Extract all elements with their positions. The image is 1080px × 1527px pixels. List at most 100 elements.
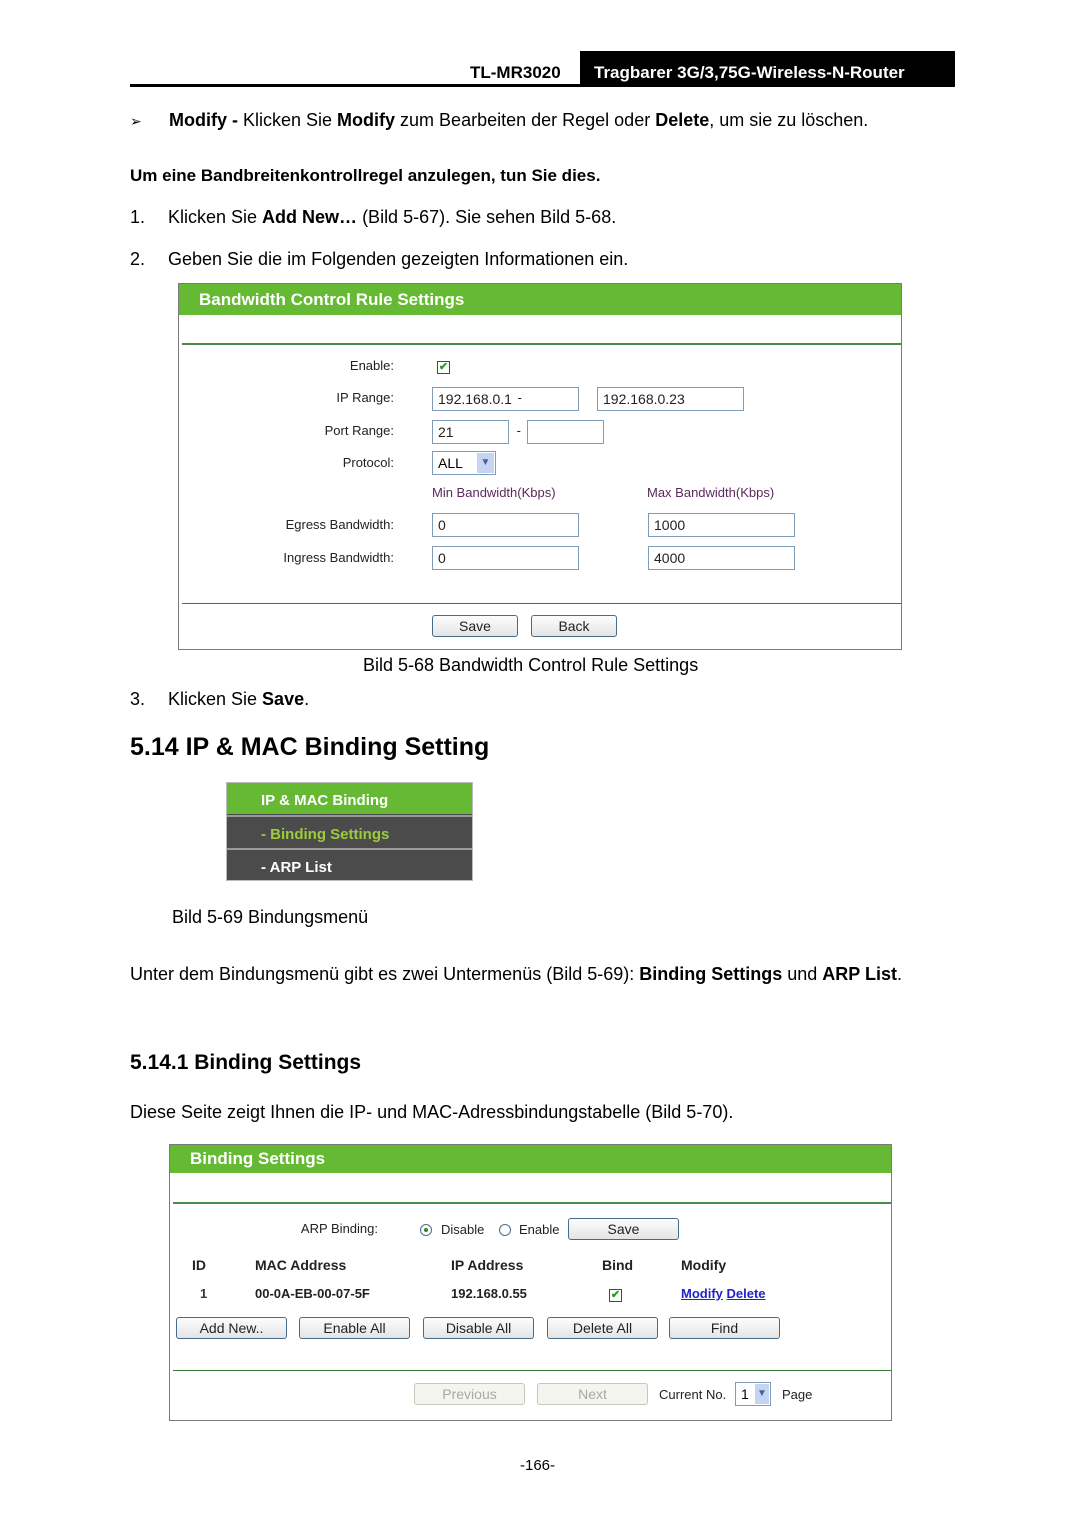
port-range-label: Port Range: bbox=[324, 423, 394, 438]
protocol-label: Protocol: bbox=[342, 455, 394, 470]
panel-title: Binding Settings bbox=[170, 1145, 891, 1173]
delete-link[interactable]: Delete bbox=[727, 1286, 766, 1301]
panel-title: Bandwidth Control Rule Settings bbox=[179, 284, 901, 315]
header-model: TL-MR3020 bbox=[470, 63, 561, 82]
row-bind-checkbox[interactable]: ✔ bbox=[609, 1289, 622, 1302]
bandwidth-control-panel: Bandwidth Control Rule Settings Enable: … bbox=[178, 283, 902, 650]
arp-save-button[interactable]: Save bbox=[568, 1218, 679, 1240]
ingress-label: Ingress Bandwidth: bbox=[283, 550, 394, 565]
chevron-down-icon[interactable]: ▼ bbox=[755, 1384, 769, 1404]
previous-button[interactable]: Previous bbox=[414, 1383, 525, 1405]
back-button[interactable]: Back bbox=[531, 615, 617, 637]
procedure-heading: Um eine Bandbreitenkontrollregel anzuleg… bbox=[130, 166, 601, 185]
min-bandwidth-header: Min Bandwidth(Kbps) bbox=[432, 485, 556, 500]
figure-caption-5-69: Bild 5-69 Bindungsmenü bbox=[172, 907, 369, 927]
binding-menu: IP & MAC Binding - Binding Settings - AR… bbox=[226, 782, 473, 881]
modify-bullet-line: ➢ Modify - Klicken Sie Modify zum Bearbe… bbox=[130, 109, 868, 132]
divider bbox=[173, 1370, 891, 1371]
arp-enable-radio[interactable] bbox=[499, 1224, 511, 1236]
menu-divider bbox=[227, 815, 472, 817]
step-2: 2. Geben Sie die im Folgenden gezeigten I… bbox=[130, 248, 628, 270]
egress-min-input[interactable]: 0 bbox=[432, 513, 579, 537]
step-3: 3. Klicken Sie Save. bbox=[130, 688, 309, 710]
text: . bbox=[896, 964, 902, 984]
step-1: 1. Klicken Sie Add New… (Bild 5-67). Sie … bbox=[130, 206, 616, 228]
ip-end-input[interactable]: 192.168.0.23 bbox=[597, 387, 744, 411]
current-no-label: Current No. bbox=[659, 1387, 727, 1402]
arrow-bullet-icon: ➢ bbox=[130, 113, 142, 129]
menu-item-arp-list[interactable]: - ARP List bbox=[227, 850, 472, 881]
row-actions: Modify Delete bbox=[681, 1286, 766, 1301]
save-button[interactable]: Save bbox=[432, 615, 518, 637]
enable-label: Enable: bbox=[349, 358, 394, 373]
term: Modify bbox=[337, 110, 396, 130]
chevron-down-icon[interactable]: ▼ bbox=[477, 453, 494, 473]
text: Klicken Sie bbox=[168, 207, 263, 227]
divider bbox=[182, 343, 901, 345]
header-product: Tragbarer 3G/3,75G-Wireless-N-Router bbox=[580, 51, 955, 86]
text: Unter dem Bindungsmenü gibt es zwei Unte… bbox=[130, 964, 640, 984]
section-heading: 5.14 IP & MAC Binding Setting bbox=[130, 733, 490, 761]
ip-start-input[interactable]: 192.168.0.1 bbox=[432, 387, 579, 411]
header-rule bbox=[130, 84, 955, 87]
subsection-description: Diese Seite zeigt Ihnen die IP- und MAC-… bbox=[130, 1102, 734, 1122]
arp-disable-radio[interactable] bbox=[420, 1224, 432, 1236]
page-label: Page bbox=[782, 1387, 813, 1402]
text: Geben Sie die im Folgenden gezeigten Inf… bbox=[168, 249, 629, 269]
step-number: 1. bbox=[130, 207, 146, 227]
figure-caption-5-68: Bild 5-68 Bandwidth Control Rule Setting… bbox=[363, 655, 699, 675]
ip-range-label: IP Range: bbox=[336, 390, 394, 405]
menu-item-binding-settings[interactable]: - Binding Settings bbox=[227, 817, 472, 848]
row-id: 1 bbox=[200, 1286, 208, 1301]
subsection-heading: 5.14.1 Binding Settings bbox=[130, 1051, 362, 1074]
term: Binding Settings bbox=[639, 964, 783, 984]
binding-settings-panel: Binding Settings ARP Binding: Disable En… bbox=[169, 1144, 892, 1421]
disable-all-button[interactable]: Disable All bbox=[423, 1317, 534, 1339]
max-bandwidth-header: Max Bandwidth(Kbps) bbox=[647, 485, 775, 500]
term: Save bbox=[262, 689, 305, 709]
text: zum Bearbeiten der Regel oder bbox=[395, 110, 656, 130]
menu-description: Unter dem Bindungsmenü gibt es zwei Unte… bbox=[130, 958, 932, 990]
column-header-id: ID bbox=[192, 1257, 206, 1273]
page-select[interactable]: 1 ▼ bbox=[735, 1382, 771, 1406]
column-header-modify: Modify bbox=[681, 1257, 727, 1273]
enable-checkbox[interactable]: ✔ bbox=[437, 361, 450, 374]
term: Modify - bbox=[169, 110, 243, 130]
modify-link[interactable]: Modify bbox=[681, 1286, 723, 1301]
row-ip: 192.168.0.55 bbox=[451, 1286, 527, 1301]
menu-title[interactable]: IP & MAC Binding bbox=[227, 783, 472, 814]
divider bbox=[173, 1202, 891, 1204]
row-mac: 00-0A-EB-00-07-5F bbox=[255, 1286, 370, 1301]
ingress-min-input[interactable]: 0 bbox=[432, 546, 579, 570]
delete-all-button[interactable]: Delete All bbox=[547, 1317, 658, 1339]
divider bbox=[182, 603, 901, 604]
port-end-input[interactable] bbox=[527, 420, 604, 444]
protocol-select[interactable]: ALL ▼ bbox=[432, 451, 496, 475]
enable-all-button[interactable]: Enable All bbox=[299, 1317, 410, 1339]
page-number: -166- bbox=[520, 1457, 556, 1474]
find-button[interactable]: Find bbox=[669, 1317, 780, 1339]
port-start-input[interactable]: 21 bbox=[432, 420, 509, 444]
term: ARP List bbox=[822, 964, 897, 984]
range-separator: - bbox=[517, 390, 522, 405]
egress-max-input[interactable]: 1000 bbox=[648, 513, 795, 537]
term: Add New… bbox=[262, 207, 358, 227]
range-separator: - bbox=[516, 423, 521, 438]
text: , um sie zu löschen. bbox=[709, 110, 869, 130]
add-new-button[interactable]: Add New.. bbox=[176, 1317, 287, 1339]
egress-label: Egress Bandwidth: bbox=[285, 517, 394, 532]
text: Klicken Sie bbox=[168, 689, 263, 709]
term: Delete bbox=[655, 110, 710, 130]
text: Klicken Sie bbox=[243, 110, 338, 130]
column-header-bind: Bind bbox=[602, 1257, 634, 1273]
ingress-max-input[interactable]: 4000 bbox=[648, 546, 795, 570]
arp-disable-label: Disable bbox=[441, 1222, 485, 1237]
text: (Bild 5-67). Sie sehen Bild 5-68. bbox=[357, 207, 617, 227]
page-select-value: 1 bbox=[741, 1386, 749, 1402]
column-header-ip: IP Address bbox=[451, 1257, 524, 1273]
step-number: 2. bbox=[130, 249, 146, 269]
step-number: 3. bbox=[130, 689, 146, 709]
arp-enable-label: Enable bbox=[519, 1222, 560, 1237]
protocol-value: ALL bbox=[438, 455, 463, 471]
next-button[interactable]: Next bbox=[537, 1383, 648, 1405]
